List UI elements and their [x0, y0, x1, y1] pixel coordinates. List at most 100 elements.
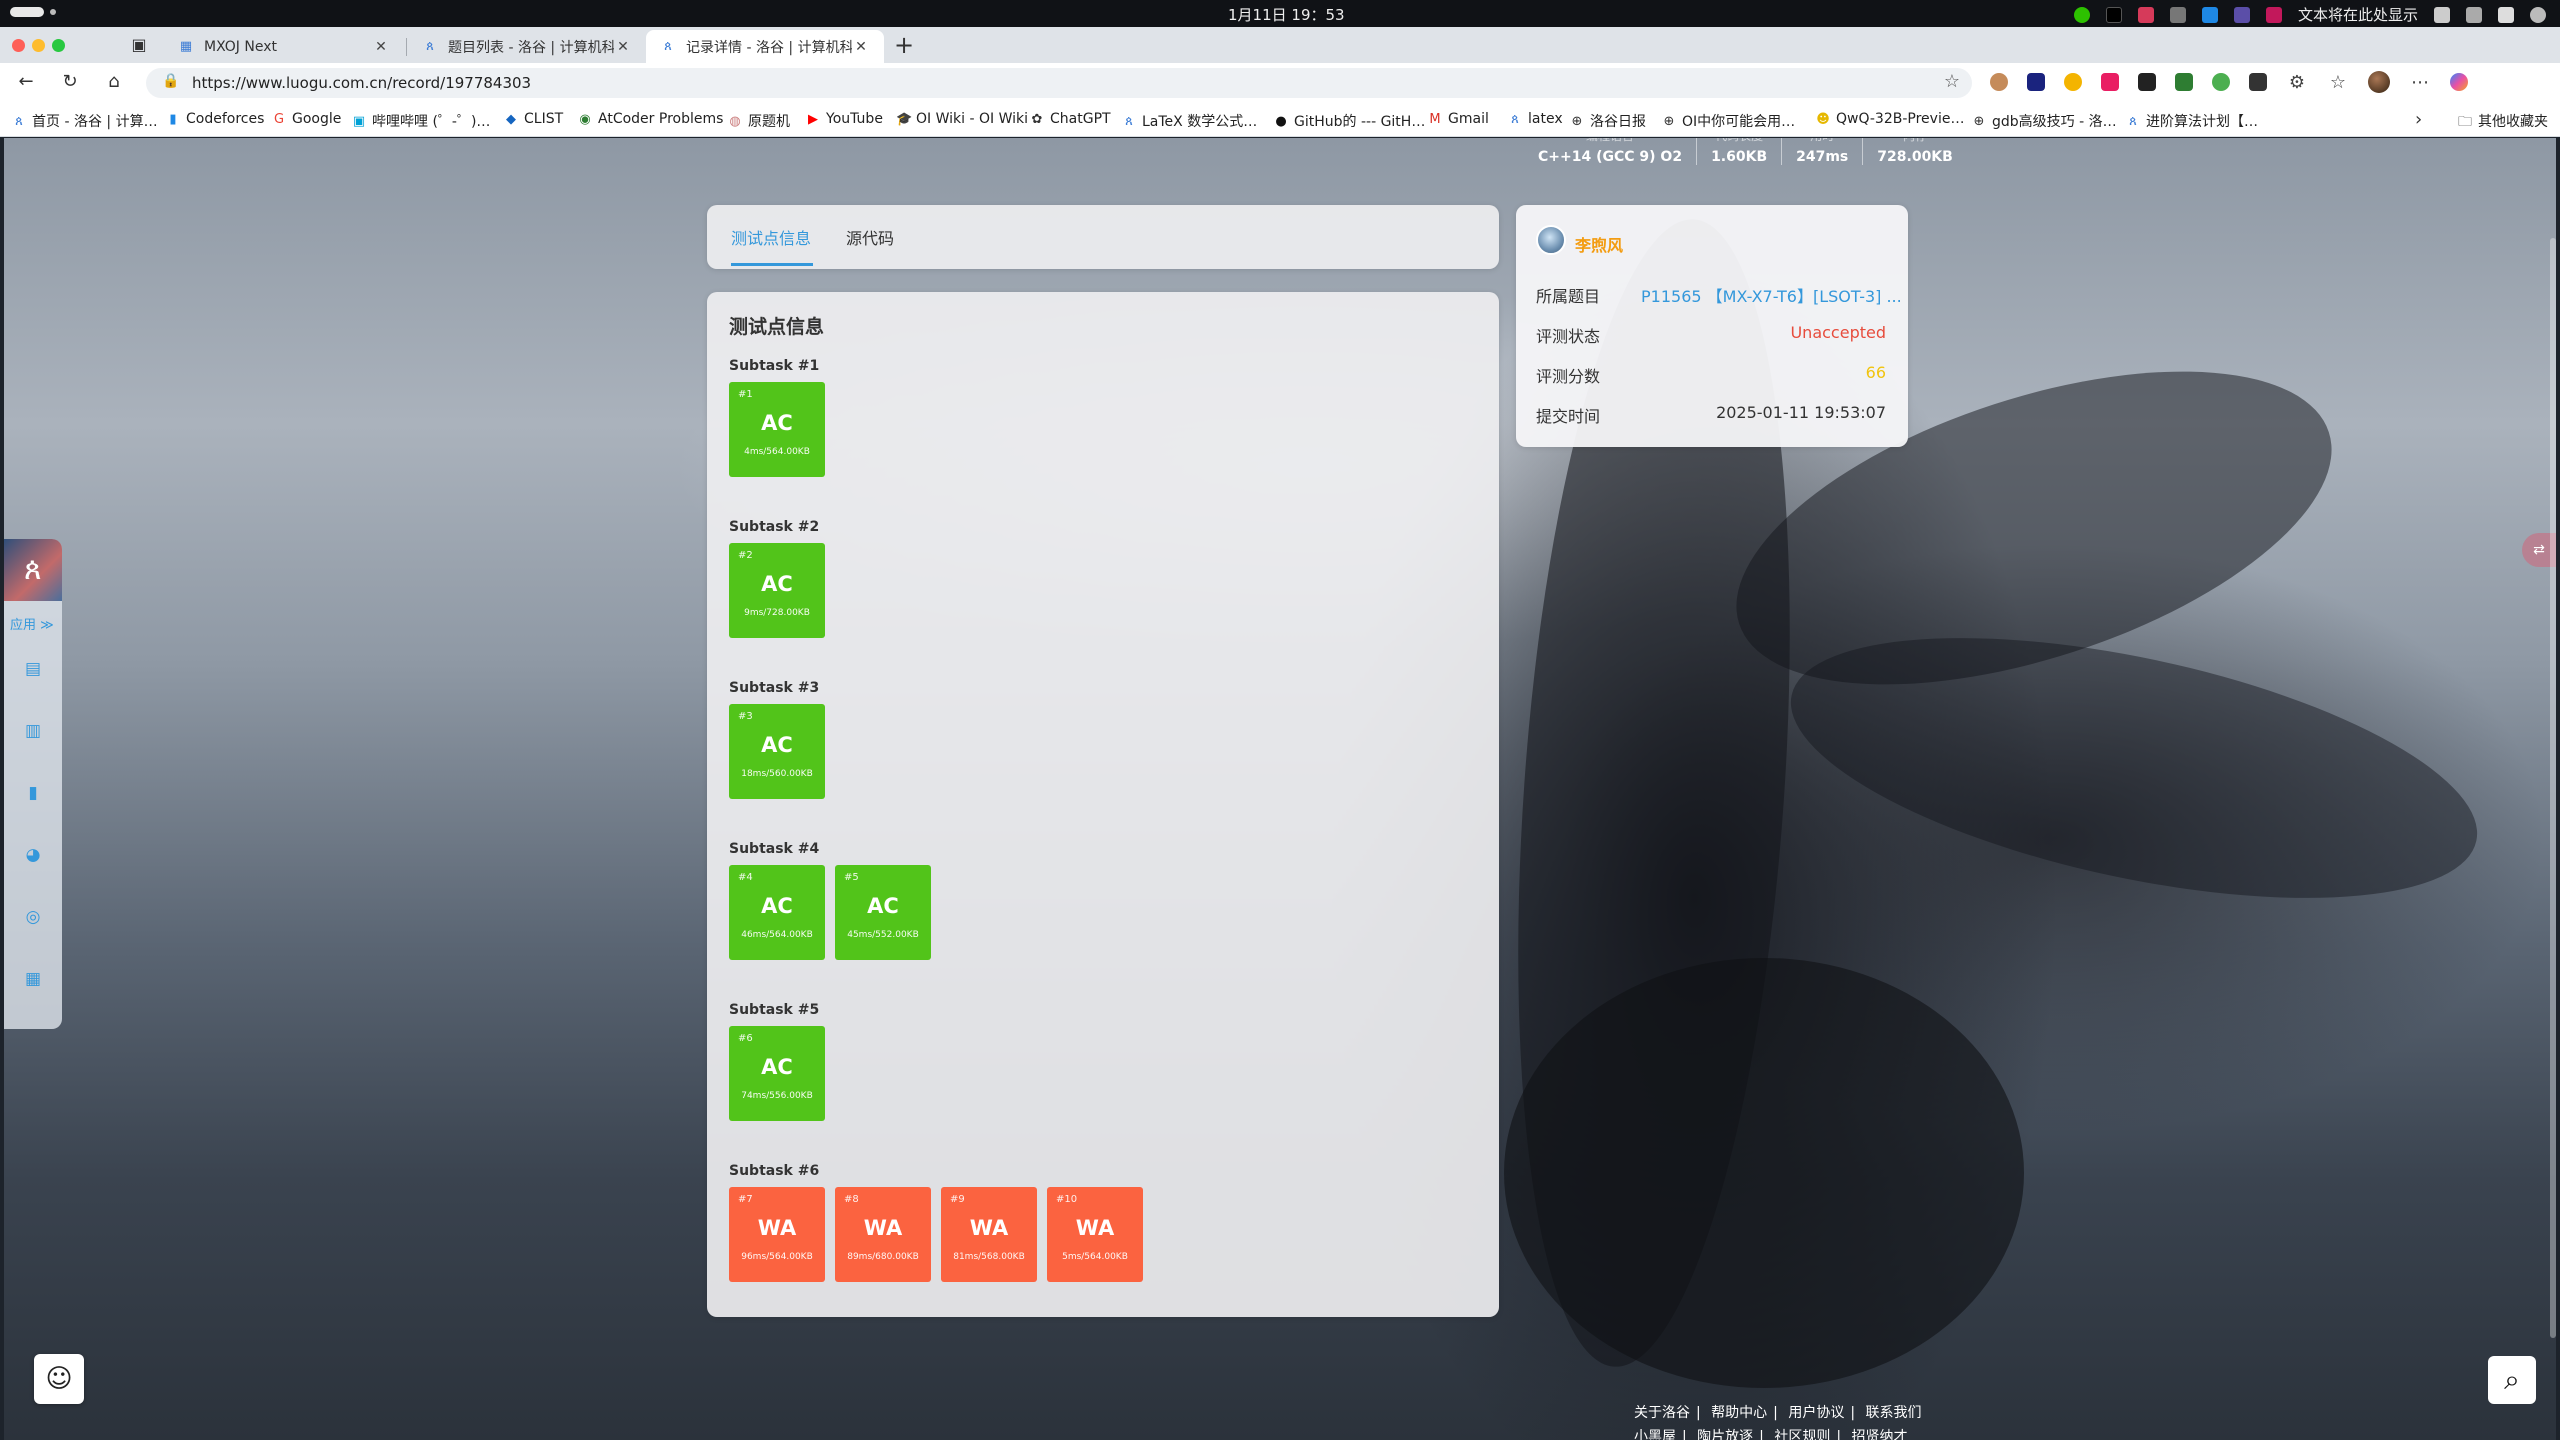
tab-problem-list[interactable]: ጰ 题目列表 - 洛谷 | 计算机科学教 ✕ [408, 30, 646, 63]
extension-brown-icon[interactable] [1990, 73, 2008, 91]
bookmark-gdb-tips[interactable]: ⊕ gdb高级技巧 - 洛… [1972, 111, 2117, 131]
keyboard-icon[interactable] [2434, 6, 2450, 23]
footer-link-blacklist[interactable]: 小黑屋 [1634, 1429, 1676, 1440]
system-clock[interactable]: 1月11日 19：53 [1228, 4, 1345, 25]
volume-icon[interactable] [2498, 6, 2514, 23]
back-button[interactable]: ← [14, 71, 38, 95]
address-bar[interactable]: 🔒 https://www.luogu.com.cn/record/197784… [146, 68, 1972, 98]
close-tab-icon[interactable]: ✕ [852, 39, 870, 55]
profile-avatar[interactable] [2368, 71, 2390, 93]
extension-yellow-icon[interactable] [2064, 73, 2082, 91]
bookmark-chatgpt[interactable]: ✿ ChatGPT [1030, 111, 1111, 127]
luogu-logo[interactable]: ጰ [4, 539, 62, 601]
test-case[interactable]: #9 WA 81ms/568.00KB [941, 1187, 1037, 1282]
bookmark-bilibili[interactable]: ▣ 哔哩哔哩 (゜-゜)… [352, 111, 491, 131]
bookmark-latex-formula[interactable]: ጰ LaTeX 数学公式… [1122, 111, 1257, 131]
tab-actions-icon[interactable]: ▣ [128, 35, 150, 55]
user-avatar[interactable] [1536, 225, 1566, 255]
footer-link-careers[interactable]: 招贤纳才 [1852, 1429, 1908, 1440]
apps-menu-link[interactable]: 应用 ≫ [10, 614, 54, 633]
footer-link-about[interactable]: 关于洛谷 [1634, 1405, 1690, 1421]
bookmark-latex[interactable]: ጰ latex [1508, 111, 1563, 127]
chat-icon[interactable]: ◎ [22, 907, 44, 927]
helper-mascot-button[interactable]: ☺ [34, 1354, 84, 1404]
bookmark-atcoder-problems[interactable]: ◉ AtCoder Problems [578, 111, 723, 127]
username-link[interactable]: 李煦风 [1575, 232, 1623, 256]
test-case[interactable]: #1 AC 4ms/564.00KB [729, 382, 825, 477]
test-case[interactable]: #5 AC 45ms/552.00KB [835, 865, 931, 960]
problem-link[interactable]: P11565 【MX-X7-T6】[LSOT-3] ... [1641, 283, 1902, 307]
bookmark-luogu-daily[interactable]: ⊕ 洛谷日报 [1570, 111, 1646, 131]
app-pink-icon[interactable] [2265, 6, 2282, 23]
test-case[interactable]: #7 WA 96ms/564.00KB [729, 1187, 825, 1282]
bookmark-google[interactable]: G Google [272, 111, 341, 127]
extension-green-icon[interactable] [2175, 73, 2193, 91]
copilot-icon[interactable] [2450, 73, 2468, 91]
footer-link-help[interactable]: 帮助中心 [1711, 1405, 1767, 1421]
bookmark-qwq[interactable]: ☻ QwQ-32B-Previe… [1816, 111, 1964, 127]
bookmark-oi-tools[interactable]: ⊕ OI中你可能会用… [1662, 111, 1796, 131]
footer-link-contact[interactable]: 联系我们 [1866, 1405, 1922, 1421]
book-icon[interactable]: ▤ [22, 659, 44, 679]
other-bookmarks-folder[interactable]: 🗀 其他收藏夹 [2458, 111, 2548, 135]
tab-source-code[interactable]: 源代码 [846, 225, 894, 249]
app-red-icon[interactable] [2137, 6, 2154, 23]
bookmark-codeforces[interactable]: ▮ Codeforces [166, 111, 264, 127]
test-case[interactable]: #2 AC 9ms/728.00KB [729, 543, 825, 638]
home-button[interactable]: ⌂ [102, 71, 126, 95]
more-menu-icon[interactable]: ⋯ [2409, 72, 2431, 93]
page-scrollbar[interactable] [2550, 238, 2556, 1338]
extension-plus-icon[interactable] [2212, 73, 2230, 91]
bookmark-luogu-home[interactable]: ጰ 首页 - 洛谷 | 计算… [12, 111, 157, 131]
footer-link-user-agreement[interactable]: 用户协议 [1788, 1405, 1844, 1421]
terminal-icon[interactable] [2105, 6, 2122, 23]
close-tab-icon[interactable]: ✕ [372, 39, 390, 55]
app-purple-icon[interactable] [2233, 6, 2250, 23]
bookmark-star-icon[interactable]: ☆ [1944, 71, 1960, 92]
extension-dark-icon[interactable] [2138, 73, 2156, 91]
bookmark-github[interactable]: ● GitHub的 --- GitH… [1274, 111, 1425, 131]
bookmarks-overflow-chevron-icon[interactable]: › [2415, 109, 2422, 130]
pie-chart-icon[interactable]: ◕ [22, 845, 44, 865]
new-tab-button[interactable]: + [894, 31, 914, 59]
wechat-icon[interactable] [2073, 6, 2090, 23]
close-window-button[interactable] [12, 39, 25, 52]
extensions-puzzle-icon[interactable]: ⚙ [2286, 72, 2308, 93]
close-tab-icon[interactable]: ✕ [614, 39, 632, 55]
footer-link-ostracism[interactable]: 陶片放逐 [1697, 1429, 1753, 1440]
bluetooth-icon[interactable] [2201, 6, 2218, 23]
bookmark-advanced-algo[interactable]: ጰ 进阶算法计划【… [2126, 111, 2258, 131]
favorites-icon[interactable]: ☆ [2327, 72, 2349, 93]
url-text[interactable]: https://www.luogu.com.cn/record/19778430… [192, 74, 531, 92]
test-case[interactable]: #4 AC 46ms/564.00KB [729, 865, 825, 960]
bar-chart-icon[interactable]: ▮ [22, 783, 44, 803]
news-icon[interactable]: ▦ [22, 969, 44, 989]
clipboard-icon[interactable]: ▥ [22, 721, 44, 741]
test-case[interactable]: #3 AC 18ms/560.00KB [729, 704, 825, 799]
tray-notification-text[interactable]: 文本将在此处显示 [2298, 4, 2418, 25]
bookmark-oi-wiki[interactable]: 🎓 OI Wiki - OI Wiki [896, 111, 1028, 127]
footer-link-community-rules[interactable]: 社区规则 [1774, 1429, 1830, 1440]
test-case[interactable]: #8 WA 89ms/680.00KB [835, 1187, 931, 1282]
extension-copy-icon[interactable] [2249, 73, 2267, 91]
tab-record-detail[interactable]: ጰ 记录详情 - 洛谷 | 计算机科学教 ✕ [646, 30, 884, 63]
minimize-window-button[interactable] [32, 39, 45, 52]
visual-search-button[interactable]: ⌕ [2488, 1356, 2536, 1404]
extension-shield-icon[interactable] [2027, 73, 2045, 91]
bookmark-clist[interactable]: ◆ CLIST [504, 111, 563, 127]
workspace-indicator[interactable] [10, 7, 56, 17]
bookmark-yuantiji[interactable]: ◍ 原题机 [728, 111, 790, 131]
maximize-window-button[interactable] [52, 39, 65, 52]
network-icon[interactable] [2466, 6, 2482, 23]
test-case[interactable]: #6 AC 74ms/556.00KB [729, 1026, 825, 1121]
grid-icon[interactable] [2169, 6, 2186, 23]
power-icon[interactable] [2530, 6, 2546, 23]
extension-pink-icon[interactable] [2101, 73, 2119, 91]
lock-icon[interactable]: 🔒 [162, 73, 179, 89]
test-case[interactable]: #10 WA 5ms/564.00KB [1047, 1187, 1143, 1282]
reload-button[interactable]: ↻ [58, 71, 82, 95]
bookmark-gmail[interactable]: M Gmail [1428, 111, 1488, 127]
tab-test-info[interactable]: 测试点信息 [731, 225, 811, 249]
bookmark-youtube[interactable]: ▶ YouTube [806, 111, 883, 127]
tab-mxoj[interactable]: ▦ MXOJ Next ✕ [164, 30, 404, 63]
